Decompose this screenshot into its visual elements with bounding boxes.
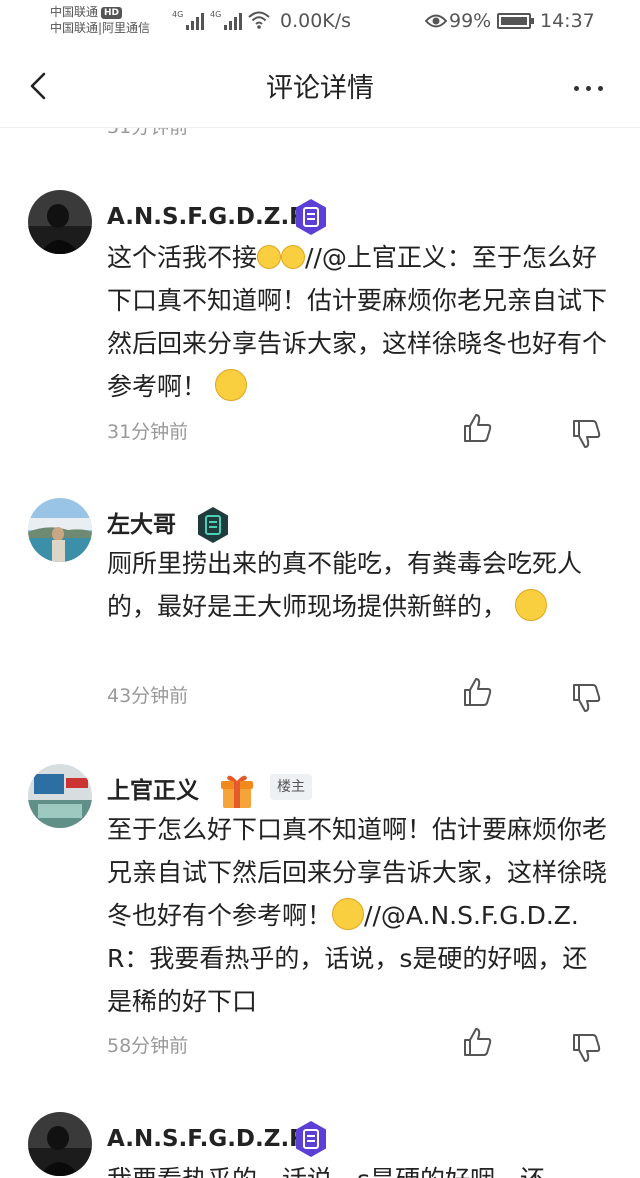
dislike-icon[interactable] [570, 682, 602, 714]
wifi-icon [248, 11, 270, 29]
dislike-icon[interactable] [570, 418, 602, 450]
comment-text-part: 这个活我不接 [107, 243, 258, 272]
comment-time: 31分钟前 [107, 421, 189, 443]
comment-text: 我要看热乎的，话说，s是硬的好咽，还 [107, 1158, 627, 1178]
hd-badge: HD [101, 7, 123, 19]
page-title: 评论详情 [266, 73, 374, 104]
purple-medal-icon[interactable] [294, 198, 328, 236]
smile-emoji-icon [257, 245, 282, 269]
comment-text: 至于怎么好下口真不知道啊！估计要麻烦你老兄亲自试下然后回来分享告诉大家，这样徐晓… [107, 808, 607, 1023]
dislike-icon[interactable] [570, 1032, 602, 1064]
op-badge: 楼主 [270, 774, 312, 800]
green-medal-icon[interactable] [196, 506, 230, 544]
avatar[interactable] [28, 764, 92, 828]
comment-item: A.N.S.F.G.D.Z.R 我要看热乎的，话说，s是硬的好咽，还 [0, 1112, 640, 1178]
comment-time: 58分钟前 [107, 1035, 189, 1057]
avatar[interactable] [28, 1112, 92, 1176]
gift-icon[interactable] [220, 772, 254, 810]
comment-item: 上官正义 楼主 至于怎么好下口真不知道啊！估计要麻烦你老兄亲自试下然后回来分享告… [0, 764, 640, 1064]
username[interactable]: A.N.S.F.G.D.Z.R [107, 202, 307, 232]
like-icon[interactable] [461, 676, 493, 708]
grin-emoji-icon [214, 369, 247, 401]
nav-bar: 评论详情 [0, 46, 640, 128]
more-options-icon[interactable] [574, 78, 614, 98]
carrier-secondary: 中国联通|阿里通信 [50, 21, 151, 35]
username[interactable]: 左大哥 [107, 510, 176, 540]
username[interactable]: A.N.S.F.G.D.Z.R [107, 1124, 307, 1154]
purple-medal-icon[interactable] [294, 1120, 328, 1158]
network-speed: 0.00K/s [280, 10, 352, 32]
username[interactable]: 上官正义 [107, 776, 199, 806]
battery-percent: 99% [449, 10, 492, 32]
eye-comfort-icon [425, 14, 447, 28]
tongue-emoji-icon [514, 589, 547, 621]
comment-text: 这个活我不接//@上官正义：至于怎么好下口真不知道啊！估计要麻烦你老兄亲自试下然… [107, 236, 607, 408]
avatar[interactable] [28, 498, 92, 562]
comment-item: A.N.S.F.G.D.Z.R 这个活我不接//@上官正义：至于怎么好下口真不知… [0, 190, 640, 460]
carrier-primary: 中国联通 [50, 5, 99, 19]
comment-item: 左大哥 厕所里捞出来的真不能吃，有粪毒会吃死人的，最好是王大师现场提供新鲜的， … [0, 498, 640, 728]
smile-emoji-icon [281, 245, 306, 269]
grin-emoji-icon [332, 898, 365, 930]
like-icon[interactable] [461, 1026, 493, 1058]
comment-time: 43分钟前 [107, 685, 189, 707]
clock: 14:37 [540, 10, 595, 32]
comment-text: 厕所里捞出来的真不能吃，有粪毒会吃死人的，最好是王大师现场提供新鲜的， [107, 542, 607, 628]
avatar[interactable] [28, 190, 92, 254]
signal-icon: 4G [172, 10, 205, 30]
signal-icon-2: 4G [210, 10, 243, 30]
battery-icon [497, 13, 534, 29]
status-bar: 中国联通 HD 中国联通|阿里通信 4G 4G 0.00K/s 99% 14:37 [0, 0, 640, 46]
network-type-2: 4G [210, 10, 222, 19]
like-icon[interactable] [461, 412, 493, 444]
carrier-info: 中国联通 HD 中国联通|阿里通信 [50, 4, 150, 36]
network-type: 4G [172, 10, 184, 19]
comment-text-part: 厕所里捞出来的真不能吃，有粪毒会吃死人的，最好是王大师现场提供新鲜的， [107, 549, 583, 621]
